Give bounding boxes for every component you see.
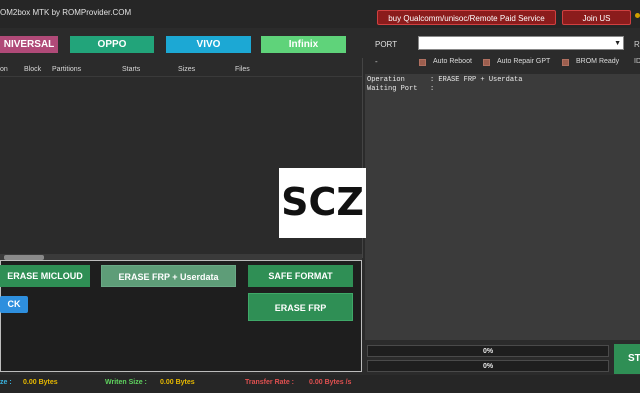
tab-oppo[interactable]: OPPO: [70, 36, 154, 53]
brom-ready-checkbox[interactable]: [562, 59, 569, 66]
id-label: ID: [634, 58, 640, 65]
app-title: OM2box MTK by ROMProvider.COM: [0, 8, 132, 17]
port-status-dash: -: [375, 57, 378, 66]
port-label: PORT: [375, 40, 398, 49]
auto-reboot-checkbox[interactable]: [419, 59, 426, 66]
auto-reboot-label: Auto Reboot: [433, 58, 472, 65]
app-window: OM2box MTK by ROMProvider.COM buy Qualco…: [0, 0, 640, 393]
column-header-files[interactable]: Files: [235, 66, 250, 73]
size-value: 0.00 Bytes: [23, 379, 58, 386]
size-label: ze :: [0, 379, 12, 386]
tab-vivo[interactable]: VIVO: [166, 36, 251, 53]
erase-frp-userdata-button[interactable]: ERASE FRP + Userdata: [101, 265, 236, 287]
safe-format-button[interactable]: SAFE FORMAT: [248, 265, 353, 287]
title-bar: OM2box MTK by ROMProvider.COM buy Qualco…: [0, 0, 640, 28]
transfer-rate-value: 0.00 Bytes /s: [309, 379, 352, 386]
column-header-block[interactable]: Block: [24, 66, 41, 73]
column-header-partitions[interactable]: Partitions: [52, 66, 81, 73]
written-size-value: 0.00 Bytes: [160, 379, 195, 386]
progress-text: 0%: [482, 363, 494, 370]
erase-frp-button[interactable]: ERASE FRP: [248, 293, 353, 321]
written-size-label: Writen Size :: [105, 379, 147, 386]
remote-service-button[interactable]: buy Qualcomm/unisoc/Remote Paid Service: [377, 10, 556, 25]
chevron-down-icon[interactable]: ▼: [614, 40, 621, 47]
log-line: Waiting Port :: [367, 85, 435, 93]
r-label: R: [634, 40, 640, 49]
log-output[interactable]: Operation : ERASE FRP + Userdata Waiting…: [365, 74, 640, 340]
start-button[interactable]: ST: [614, 344, 640, 374]
auto-repair-gpt-label: Auto Repair GPT: [497, 58, 551, 65]
column-header-sizes[interactable]: Sizes: [178, 66, 195, 73]
column-header-option[interactable]: on: [0, 66, 8, 73]
scz-watermark: SCZ: [279, 168, 366, 238]
log-line: Operation : ERASE FRP + Userdata: [367, 76, 523, 84]
port-select[interactable]: ▼: [418, 36, 624, 50]
status-bar: ze : 0.00 Bytes Writen Size : 0.00 Bytes…: [0, 375, 640, 393]
erase-micloud-button[interactable]: ERASE MICLOUD: [0, 265, 90, 287]
brom-ready-label: BROM Ready: [576, 58, 620, 65]
progress-bar-primary: 0%: [367, 345, 609, 357]
progress-bar-secondary: 0%: [367, 360, 609, 372]
tab-infinix[interactable]: Infinix: [261, 36, 346, 53]
notification-dot-icon: [635, 13, 640, 18]
column-header-starts[interactable]: Starts: [122, 66, 140, 73]
partition-table-header: on Block Partitions Starts Sizes Files: [0, 62, 362, 77]
progress-text: 0%: [482, 348, 494, 355]
tab-universal[interactable]: NIVERSAL: [0, 36, 58, 53]
auto-repair-gpt-checkbox[interactable]: [483, 59, 490, 66]
join-us-button[interactable]: Join US: [562, 10, 631, 25]
lock-button[interactable]: CK: [0, 296, 28, 313]
transfer-rate-label: Transfer Rate :: [245, 379, 295, 386]
